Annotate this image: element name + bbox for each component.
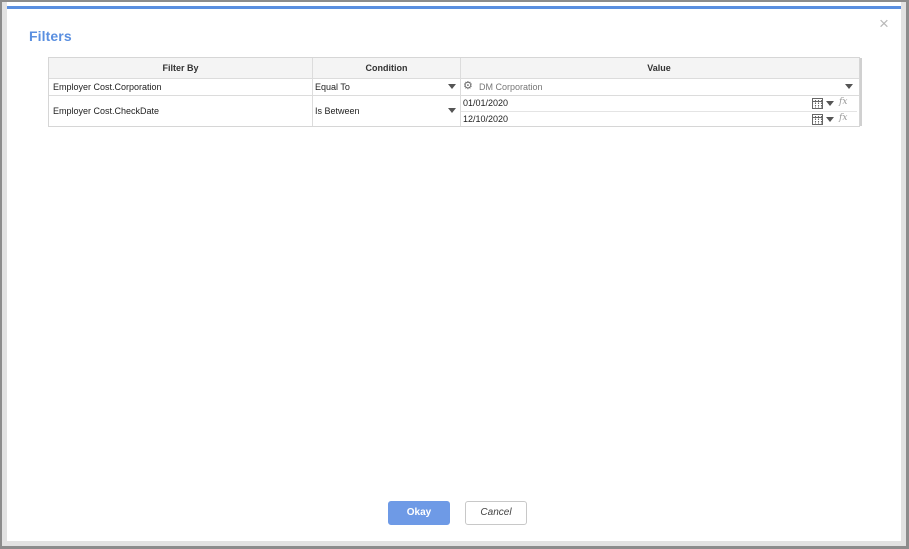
- condition-value: Is Between: [315, 106, 360, 116]
- filters-dialog: Filters × Filter By Condition Value Empl…: [2, 2, 906, 546]
- grid-scrollbar[interactable]: [860, 58, 862, 126]
- chevron-down-icon[interactable]: [826, 101, 834, 106]
- calendar-icon[interactable]: [812, 98, 823, 109]
- dialog-title: Filters: [29, 28, 72, 44]
- dialog-accent-bar: [7, 6, 901, 9]
- date-from-input[interactable]: 01/01/2020 fx: [461, 96, 857, 112]
- fx-icon[interactable]: fx: [839, 113, 847, 123]
- header-condition[interactable]: Condition: [313, 58, 460, 78]
- value-text: DM Corporation: [479, 82, 543, 92]
- gear-icon[interactable]: ⚙: [463, 81, 473, 92]
- date-to-input[interactable]: 12/10/2020 fx: [461, 111, 857, 126]
- date-to-value: 12/10/2020: [463, 114, 509, 124]
- fx-icon[interactable]: fx: [839, 97, 847, 107]
- header-filter-by[interactable]: Filter By: [49, 58, 312, 78]
- value-select[interactable]: ⚙ DM Corporation: [461, 79, 857, 95]
- table-row: Employer Cost.Corporation Equal To ⚙ DM …: [49, 79, 859, 96]
- okay-button[interactable]: Okay: [388, 501, 450, 525]
- calendar-icon[interactable]: [812, 114, 823, 125]
- filter-by-cell: Employer Cost.CheckDate: [53, 106, 160, 116]
- chevron-down-icon[interactable]: [448, 84, 456, 89]
- cancel-button[interactable]: Cancel: [465, 501, 527, 525]
- filter-by-cell: Employer Cost.Corporation: [53, 82, 162, 92]
- close-icon[interactable]: ×: [877, 15, 891, 32]
- chevron-down-icon[interactable]: [845, 84, 853, 89]
- header-value[interactable]: Value: [461, 58, 857, 78]
- grid-header: Filter By Condition Value: [49, 58, 859, 79]
- condition-select[interactable]: Equal To: [313, 79, 460, 95]
- chevron-down-icon[interactable]: [448, 108, 456, 113]
- condition-select[interactable]: Is Between: [313, 96, 460, 126]
- condition-value: Equal To: [315, 82, 350, 92]
- table-row: Employer Cost.CheckDate Is Between 01/01…: [49, 96, 859, 126]
- date-from-value: 01/01/2020: [463, 98, 509, 108]
- filters-grid: Filter By Condition Value Employer Cost.…: [48, 57, 862, 127]
- chevron-down-icon[interactable]: [826, 117, 834, 122]
